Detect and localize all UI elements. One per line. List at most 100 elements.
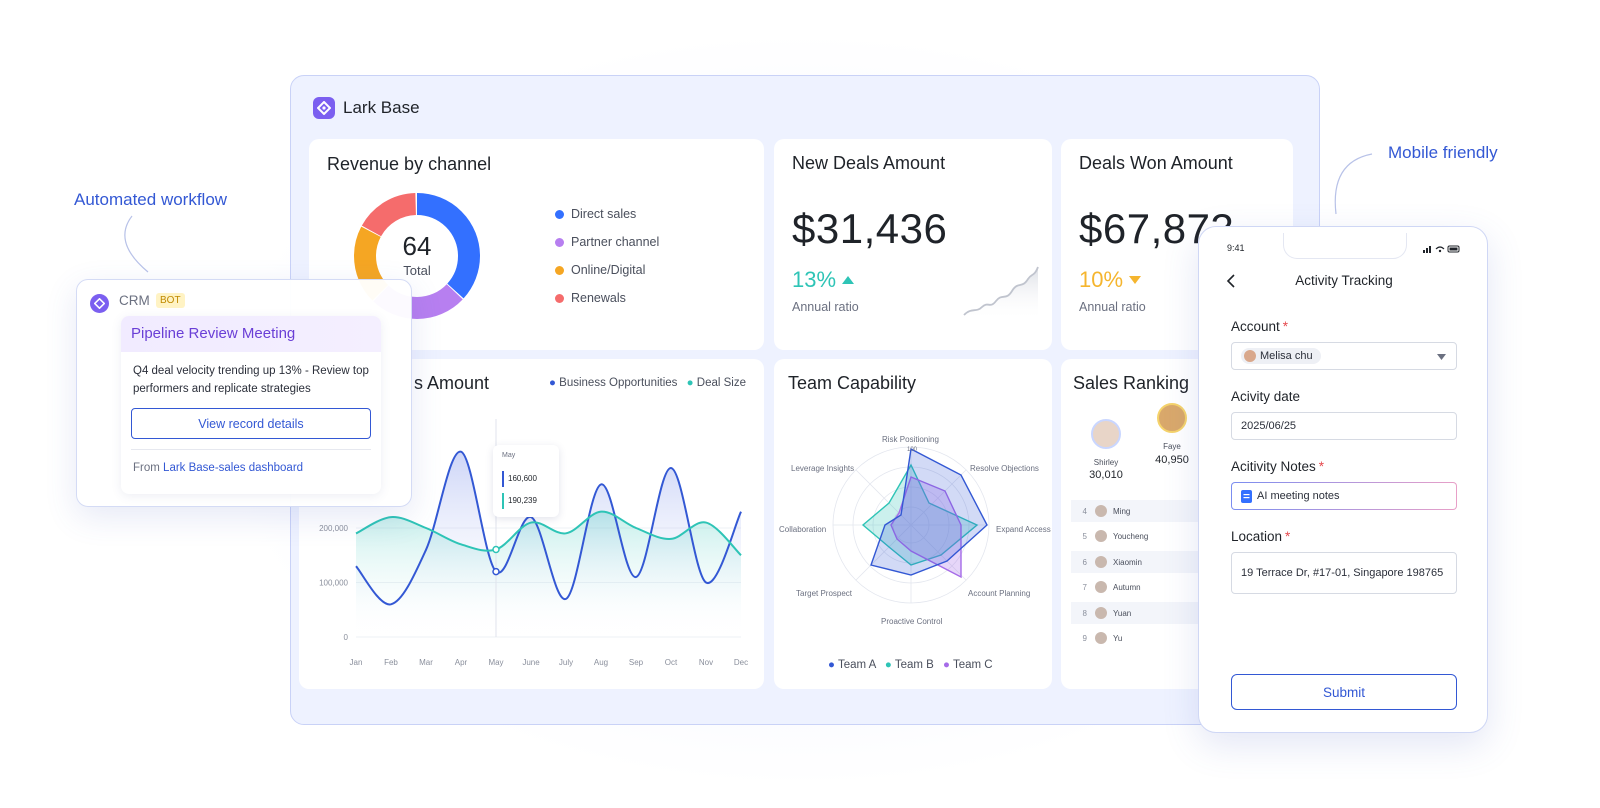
revenue-card-title: Revenue by channel	[327, 154, 492, 174]
new-deals-ratio-label: Annual ratio	[792, 300, 859, 314]
ratio-value: 13%	[792, 267, 837, 292]
label-text: Location	[1231, 529, 1283, 544]
new-deals-card[interactable]: New Deals Amount $31,436 13% Annual rati…	[774, 139, 1052, 350]
avatar	[1095, 530, 1107, 542]
legend-online-digital: Online/Digital	[555, 263, 645, 277]
radar-axis-label: Proactive Control	[881, 617, 943, 626]
crm-footer: From Lark Base-sales dashboard	[133, 462, 303, 474]
date-input[interactable]: 2025/06/25	[1231, 412, 1457, 440]
rank-number: 7	[1082, 582, 1087, 592]
rank-number: 5	[1082, 531, 1087, 541]
ranking-row[interactable]: 5 Youcheng	[1071, 525, 1201, 547]
crm-message-title: Pipeline Review Meeting	[131, 325, 296, 342]
ranking-row[interactable]: 8 Yuan	[1071, 602, 1201, 624]
legend-direct-sales: Direct sales	[555, 207, 636, 221]
avatar	[1244, 350, 1256, 362]
rank-2-score: 30,010	[1089, 469, 1123, 481]
rank-number: 4	[1082, 506, 1087, 516]
view-record-button[interactable]: View record details	[131, 408, 371, 439]
legend-renewals: Renewals	[555, 291, 626, 305]
avatar	[1095, 607, 1107, 619]
ranking-row[interactable]: 4 Ming	[1071, 500, 1201, 522]
radar-axis-label: Target Prospect	[796, 589, 853, 598]
hover-point	[492, 545, 500, 554]
label-text: Account	[1231, 319, 1280, 334]
legend-label: Direct sales	[571, 207, 637, 221]
y-tick-label: 100,000	[319, 579, 348, 588]
trend-up-icon	[842, 276, 855, 284]
avatar	[1095, 581, 1107, 593]
phone-page-title: Activity Tracking	[1295, 273, 1393, 288]
ranking-row[interactable]: 7 Autumn	[1071, 576, 1201, 598]
crm-message-card: Pipeline Review Meeting Q4 deal velocity…	[121, 316, 381, 494]
ratio-value: 10%	[1079, 267, 1124, 292]
rank-2-name: Shirley	[1093, 458, 1119, 467]
tooltip-month: May	[502, 452, 516, 459]
x-tick-label: May	[488, 658, 503, 667]
legend-label: Renewals	[571, 291, 626, 305]
avatar	[1091, 419, 1121, 449]
rank-number: 9	[1082, 633, 1087, 643]
new-deals-amount: $31,436	[792, 205, 948, 252]
deals-won-ratio: 10%	[1079, 267, 1142, 293]
chart-tooltip: May 160,600 190,239	[493, 445, 559, 517]
sales-ranking-title: Sales Ranking	[1073, 373, 1190, 393]
revenue-total-value: 64	[402, 231, 432, 261]
legend-team-a: Team A	[837, 659, 876, 671]
chevron-down-icon	[1437, 354, 1446, 360]
x-tick-label: Feb	[384, 658, 398, 667]
avatar	[1095, 632, 1107, 644]
x-tick-label: July	[559, 658, 573, 667]
status-time: 9:41	[1227, 243, 1245, 253]
ranking-row[interactable]: 6 Xiaomin	[1071, 551, 1201, 573]
crm-footer-link[interactable]: Lark Base-sales dashboard	[163, 462, 303, 474]
account-select[interactable]: Melisa chu	[1231, 342, 1457, 370]
deals-won-ratio-label: Annual ratio	[1079, 300, 1146, 314]
mobile-form: 9:41 Activity Tracking Account * Melisa c…	[1198, 226, 1488, 733]
x-tick-label: Oct	[665, 658, 678, 667]
legend-dot: ●	[943, 659, 950, 671]
required-mark: *	[1282, 319, 1289, 334]
hover-point	[492, 567, 500, 576]
annotation-mobile-friendly: Mobile friendly	[1388, 143, 1498, 162]
legend-dot: ●	[828, 659, 835, 671]
document-icon	[1241, 489, 1252, 503]
location-input[interactable]: 19 Terrace Dr, #17-01, Singapore 198765	[1231, 552, 1457, 594]
submit-button[interactable]: Submit	[1231, 674, 1457, 710]
legend-dot	[555, 209, 564, 219]
avatar	[1095, 556, 1107, 568]
revenue-total-label: Total	[403, 263, 431, 278]
legend-team-b: Team B	[894, 659, 934, 671]
team-capability-card[interactable]: Team Capability Risk Positioning 100 Res…	[774, 359, 1052, 689]
crm-notification-card[interactable]: CRM BOT Pipeline Review Meeting Q4 deal …	[76, 279, 412, 507]
ranking-row[interactable]: 9 Yu	[1071, 627, 1201, 649]
crm-logo-icon	[90, 294, 109, 313]
radar-axis-label: Resolve Objections	[970, 464, 1039, 473]
rank-name: Xiaomin	[1113, 557, 1142, 567]
x-tick-label: Apr	[455, 658, 468, 667]
date-label: Acivity date	[1231, 389, 1301, 404]
rank-1-name: Faye	[1163, 442, 1181, 451]
required-mark: *	[1285, 529, 1291, 544]
annotation-connector-right	[1334, 153, 1373, 215]
radar-axis-label: Risk Positioning	[882, 435, 939, 444]
y-tick-label: 200,000	[319, 524, 348, 533]
new-deals-sparkline	[963, 266, 1039, 321]
y-tick-label: 0	[344, 633, 349, 642]
rank-1-score: 40,950	[1155, 454, 1189, 466]
rank-name: Yu	[1113, 633, 1123, 643]
legend-dot: ●	[884, 659, 892, 671]
team-capability-radar[interactable]	[774, 359, 1052, 689]
status-icons	[1423, 245, 1460, 253]
radar-axis-label: Expand Access	[996, 525, 1051, 534]
crm-message-body: Q4 deal velocity trending up 13% - Revie…	[133, 365, 369, 395]
phone-notch	[1283, 233, 1407, 259]
radar-axis-label: Collaboration	[779, 525, 827, 534]
new-deals-title: New Deals Amount	[792, 153, 946, 173]
rank-name: Ming	[1113, 506, 1131, 516]
notes-input[interactable]: AI meeting notes	[1231, 482, 1457, 510]
x-tick-label: Nov	[699, 658, 713, 667]
bot-badge: BOT	[156, 293, 185, 308]
legend-dot	[555, 237, 564, 247]
deals-won-title: Deals Won Amount	[1079, 153, 1233, 173]
